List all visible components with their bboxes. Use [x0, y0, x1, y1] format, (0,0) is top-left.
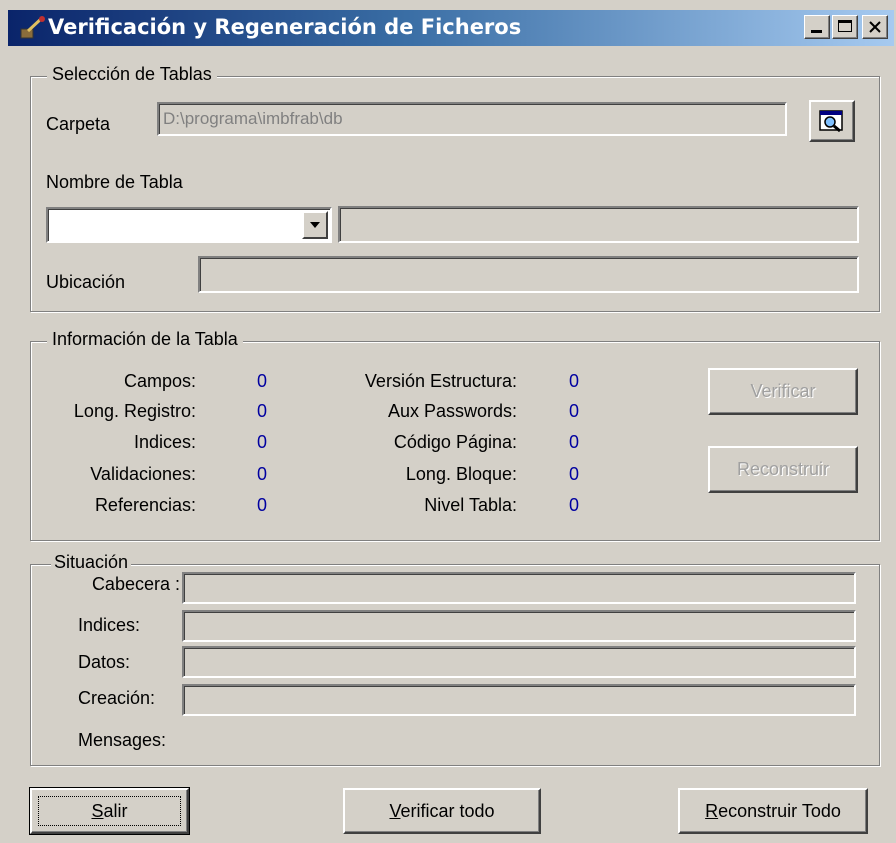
indices-status-field [182, 610, 856, 642]
campos-label: Campos: [123, 371, 196, 391]
window-title: Verificación y Regeneración de Ficheros [48, 15, 522, 39]
reconstruir-todo-button[interactable]: Reconstruir Todo [678, 788, 868, 834]
codigo-pagina-value: 0 [569, 432, 580, 452]
aux-passwords-value: 0 [569, 401, 580, 421]
focus-rect [38, 796, 181, 826]
indices-value: 0 [257, 432, 268, 452]
referencias-value: 0 [257, 495, 268, 515]
verificar-button[interactable]: Verificar [708, 368, 858, 415]
version-estructura-value: 0 [569, 371, 580, 391]
mensajes-label: Mensages: [78, 730, 167, 750]
nombre-tabla-select[interactable] [46, 207, 332, 243]
reconstruir-label: Reconstruir [736, 459, 830, 479]
campos-value: 0 [257, 371, 268, 391]
verificar-label: Verificar [750, 381, 816, 401]
long-registro-value: 0 [257, 401, 268, 421]
verificar-todo-button[interactable]: Verificar todo [343, 788, 541, 834]
info-legend: Información de la Tabla [47, 329, 243, 350]
verificar-todo-label: Verificar todo [389, 801, 494, 822]
validaciones-value: 0 [257, 464, 268, 484]
reconstruir-button[interactable]: Reconstruir [708, 446, 858, 493]
nivel-tabla-label: Nivel Tabla: [424, 495, 517, 515]
dialog-window: Verificación y Regeneración de Ficheros … [0, 0, 896, 843]
salir-button[interactable]: Salir [29, 787, 190, 835]
minimize-button[interactable] [804, 15, 830, 39]
maximize-button[interactable] [832, 15, 858, 39]
indices-label: Indices: [133, 432, 196, 452]
nivel-tabla-value: 0 [569, 495, 580, 515]
cabecera-label: Cabecera : [91, 574, 180, 594]
carpeta-field[interactable]: D:\programa\imbfrab\db [157, 102, 787, 136]
aux-passwords-label: Aux Passwords: [387, 401, 517, 421]
nombre-tabla-desc-field[interactable] [338, 206, 859, 243]
app-icon [20, 16, 45, 39]
close-button[interactable] [862, 15, 888, 39]
chevron-down-icon [310, 222, 320, 228]
reconstruir-todo-hotkey: R [705, 800, 719, 821]
dropdown-button[interactable] [302, 211, 328, 239]
creacion-field [182, 684, 856, 716]
seleccion-legend: Selección de Tablas [47, 64, 217, 85]
browse-folder-button[interactable] [809, 100, 855, 142]
situacion-legend: Situación [51, 552, 132, 573]
title-bar[interactable]: Verificación y Regeneración de Ficheros [8, 10, 894, 46]
nombre-tabla-label: Nombre de Tabla [46, 172, 183, 192]
referencias-label: Referencias: [94, 495, 196, 515]
indices-status-label: Indices: [78, 615, 141, 635]
verificar-todo-hotkey: V [389, 800, 401, 821]
maximize-icon [838, 20, 852, 32]
ubicacion-field[interactable] [198, 256, 859, 293]
long-bloque-label: Long. Bloque: [405, 464, 517, 484]
minimize-icon [811, 30, 822, 33]
datos-field [182, 646, 856, 678]
ubicacion-label: Ubicación [46, 272, 126, 292]
carpeta-value: D:\programa\imbfrab\db [163, 109, 343, 128]
creacion-label: Creación: [78, 688, 156, 708]
reconstruir-todo-text: econstruir Todo [718, 800, 841, 821]
close-icon [869, 21, 881, 33]
browse-folder-icon [819, 110, 843, 133]
datos-label: Datos: [78, 652, 131, 672]
reconstruir-todo-label: Reconstruir Todo [705, 801, 841, 822]
cabecera-field [182, 572, 856, 604]
long-registro-label: Long. Registro: [73, 401, 196, 421]
validaciones-label: Validaciones: [90, 464, 196, 484]
carpeta-label: Carpeta [46, 114, 111, 134]
verificar-todo-text: erificar todo [400, 800, 495, 821]
long-bloque-value: 0 [569, 464, 580, 484]
version-estructura-label: Versión Estructura: [364, 371, 517, 391]
codigo-pagina-label: Código Página: [393, 432, 517, 452]
